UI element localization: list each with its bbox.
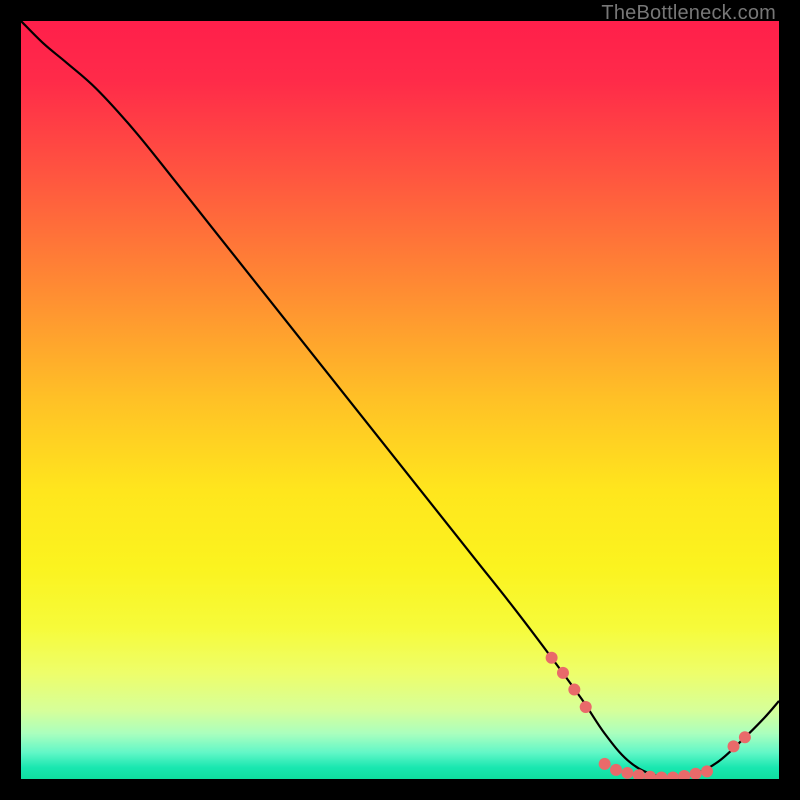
data-marker [568,684,580,696]
chart-container: TheBottleneck.com [0,0,800,800]
data-marker [739,731,751,743]
watermark-text: TheBottleneck.com [601,2,776,25]
data-marker [599,758,611,770]
data-marker [656,771,668,779]
data-marker [728,740,740,752]
curve-layer [21,21,779,779]
data-marker [690,768,702,779]
data-marker [610,764,622,776]
plot-area [21,21,779,779]
data-marker [667,771,679,779]
data-marker [621,767,633,779]
data-marker [701,765,713,777]
curve-line [21,21,779,777]
data-marker [546,652,558,664]
data-marker [557,667,569,679]
data-marker [580,701,592,713]
data-marker [678,770,690,779]
